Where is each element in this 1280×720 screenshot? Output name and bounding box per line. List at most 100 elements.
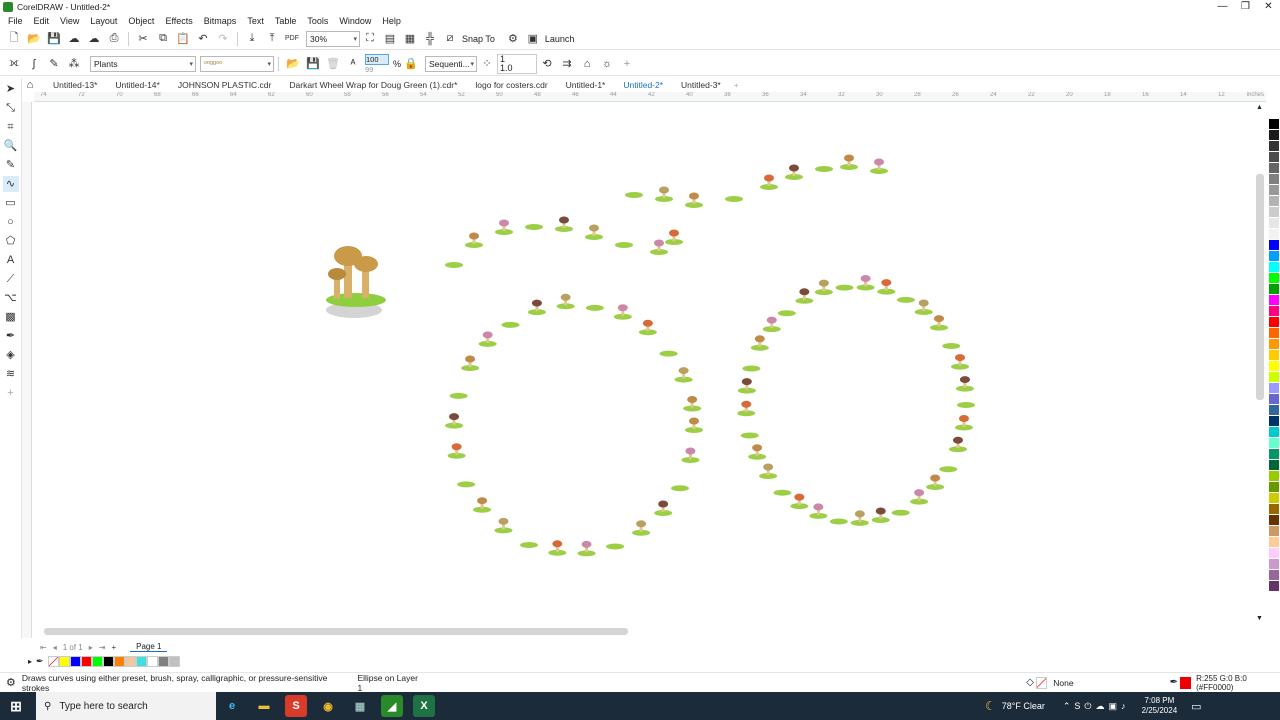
spray-category-select[interactable]: Plants ▾ (90, 55, 196, 72)
spray-order-select[interactable]: Sequenti... ▾ (425, 55, 478, 72)
start-icon[interactable]: ⊞ (5, 695, 27, 717)
minimize-button[interactable]: — (1211, 0, 1234, 14)
scroll-up-icon[interactable]: ▲ (1256, 104, 1263, 111)
horizontal-scroll-thumb[interactable] (44, 628, 628, 635)
palette-swatch[interactable] (1269, 493, 1279, 504)
rotation-icon[interactable]: ⟲ (539, 56, 555, 72)
save-icon[interactable]: 💾 (46, 31, 62, 47)
palette-swatch[interactable] (1269, 262, 1279, 273)
page-tab[interactable]: Page 1 (130, 642, 168, 652)
pen-icon[interactable]: ✎ (46, 56, 62, 72)
dabs-spinner[interactable]: 1 1.0 (497, 53, 538, 74)
full-screen-icon[interactable]: ⛶ (362, 31, 378, 47)
save-spray-icon[interactable]: 💾 (305, 56, 321, 72)
palette-swatch[interactable] (1269, 416, 1279, 427)
horizontal-scrollbar[interactable] (34, 626, 1254, 638)
chrome-icon[interactable]: ◉ (317, 695, 339, 717)
smart-fill-tool-icon[interactable]: ≋ (3, 366, 19, 382)
menu-edit[interactable]: Edit (34, 16, 50, 26)
pdf-icon[interactable]: PDF (284, 31, 300, 47)
crop-tool-icon[interactable]: ⌗ (3, 119, 19, 135)
menu-tools[interactable]: Tools (307, 16, 328, 26)
palette-swatch[interactable] (1269, 504, 1279, 515)
tab-untitled-14[interactable]: Untitled-14* (115, 80, 159, 90)
dabs-icon[interactable]: ⁘ (479, 56, 495, 72)
menu-view[interactable]: View (60, 16, 79, 26)
document-palette-swatch[interactable] (102, 656, 114, 667)
palette-swatch[interactable] (1269, 152, 1279, 163)
palette-swatch[interactable] (1269, 559, 1279, 570)
tab-logo-for-costers[interactable]: logo for costers.cdr (475, 80, 547, 90)
object-size-icon[interactable]: ᴬ (345, 56, 361, 72)
palette-swatch[interactable] (1269, 108, 1279, 119)
gear-icon[interactable]: ⚙ (505, 31, 521, 47)
notification-icon[interactable]: ▭ (1191, 700, 1201, 713)
text-tool-icon[interactable]: A (3, 252, 19, 268)
palette-swatch[interactable] (1269, 383, 1279, 394)
grid-icon[interactable]: ▦ (402, 31, 418, 47)
coreldraw-taskbar-icon[interactable]: ◢ (381, 695, 403, 717)
copy-icon[interactable]: ⧉ (155, 31, 171, 47)
document-palette-swatch[interactable] (168, 656, 180, 667)
s-app-icon[interactable]: S (285, 695, 307, 717)
palette-swatch[interactable] (1269, 427, 1279, 438)
open-spray-icon[interactable]: 📂 (285, 56, 301, 72)
palette-swatch[interactable] (1269, 273, 1279, 284)
palette-swatch[interactable] (1269, 350, 1279, 361)
palette-swatch[interactable] (1269, 537, 1279, 548)
prev-page-icon[interactable]: ◂ (53, 643, 57, 652)
palette-swatch[interactable] (1269, 174, 1279, 185)
spray-icon[interactable]: ⁂ (66, 56, 82, 72)
palette-swatch[interactable] (1269, 548, 1279, 559)
add-icon[interactable]: + (619, 56, 635, 72)
connector-tool-icon[interactable]: ⌥ (3, 290, 19, 306)
document-palette-swatch[interactable] (157, 656, 169, 667)
palette-swatch[interactable] (1269, 130, 1279, 141)
tray-icons[interactable]: ⌃S⏻☁▣♪ (1063, 701, 1130, 712)
document-palette-swatch[interactable] (69, 656, 81, 667)
home-icon[interactable]: ⌂ (22, 77, 38, 93)
import-icon[interactable]: ⤓ (244, 31, 260, 47)
eyedropper-tool-icon[interactable]: ✒ (3, 328, 19, 344)
palette-swatch[interactable] (1269, 339, 1279, 350)
open-icon[interactable]: 📂 (26, 31, 42, 47)
document-palette-swatch[interactable] (135, 656, 147, 667)
tab-untitled-13[interactable]: Untitled-13* (53, 80, 97, 90)
palette-swatch[interactable] (1269, 449, 1279, 460)
parallel-dimension-tool-icon[interactable]: ⟋ (3, 271, 19, 287)
pick-tool-icon[interactable]: ➤ (3, 81, 19, 97)
document-palette-swatch[interactable] (58, 656, 70, 667)
palette-swatch[interactable] (1269, 240, 1279, 251)
ellipse-tool-icon[interactable]: ○ (3, 214, 19, 230)
tab-untitled-1[interactable]: Untitled-1* (566, 80, 606, 90)
spray-strokes[interactable] (445, 154, 975, 557)
palette-swatch[interactable] (1269, 163, 1279, 174)
palette-swatch[interactable] (1269, 361, 1279, 372)
tab-untitled-2[interactable]: Untitled-2* (623, 80, 663, 90)
paste-icon[interactable]: 📋 (175, 31, 191, 47)
reset-icon[interactable]: ⌂ (579, 56, 595, 72)
palette-swatch[interactable] (1269, 119, 1279, 130)
document-palette-swatch[interactable] (91, 656, 103, 667)
palette-swatch[interactable] (1269, 394, 1279, 405)
new-tab-icon[interactable]: + (734, 80, 739, 90)
menu-help[interactable]: Help (382, 16, 401, 26)
cloud-upload-icon[interactable]: ☁ (66, 31, 82, 47)
size-spinner[interactable]: 100 99 (365, 53, 389, 74)
document-palette-swatch[interactable] (124, 656, 136, 667)
maximize-button[interactable]: ❐ (1234, 0, 1257, 14)
vertical-ruler[interactable] (22, 102, 32, 638)
menu-effects[interactable]: Effects (165, 16, 192, 26)
taskbar-search[interactable]: ⚲ Type here to search (36, 692, 216, 720)
eyedropper-icon[interactable]: ✒ (36, 656, 44, 667)
gear-icon[interactable]: ⚙ (6, 676, 16, 689)
palette-swatch[interactable] (1269, 328, 1279, 339)
shape-tool-icon[interactable]: ⤡ (3, 100, 19, 116)
palette-swatch[interactable] (1269, 372, 1279, 383)
delete-spray-icon[interactable]: 🗑 (325, 56, 341, 72)
palette-swatch[interactable] (1269, 185, 1279, 196)
menu-bitmaps[interactable]: Bitmaps (204, 16, 237, 26)
menu-text[interactable]: Text (247, 16, 264, 26)
add-tool-icon[interactable]: + (3, 385, 19, 401)
file-explorer-icon[interactable]: ▬ (253, 695, 275, 717)
